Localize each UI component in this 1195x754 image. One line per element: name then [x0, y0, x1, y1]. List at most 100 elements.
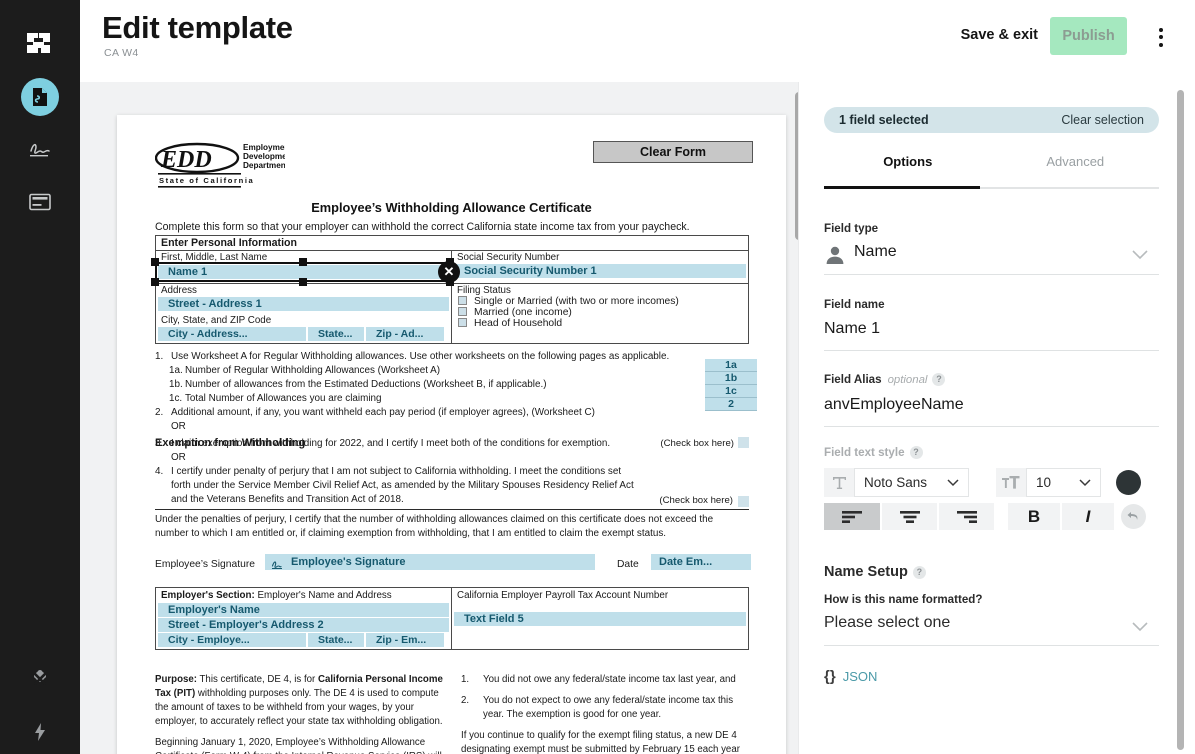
form-field-ssn-1[interactable]: Social Security Number 1 [454, 264, 746, 278]
reset-style-button[interactable] [1121, 504, 1146, 529]
document-page[interactable]: EDD Employment Development Department St… [117, 115, 786, 754]
resize-handle-top-left[interactable] [151, 258, 159, 266]
chevron-down-icon[interactable] [1132, 250, 1148, 264]
purpose-paragraph: Purpose: This certificate, DE 4, is for … [155, 673, 443, 729]
panel-scrollbar[interactable] [1177, 90, 1185, 750]
sidebar-item-workflows[interactable] [0, 710, 80, 754]
instruction-row: 1b. Number of allowances from the Estima… [155, 378, 749, 392]
sidebar-item-integrations[interactable] [0, 657, 80, 701]
close-icon[interactable]: ✕ [438, 261, 460, 283]
form-field-employer-street[interactable]: Street - Employer's Address 2 [158, 618, 449, 632]
checkbox-icon[interactable] [458, 318, 467, 327]
form-intro: Complete this form so that your employer… [155, 221, 690, 233]
checkbox-icon[interactable] [458, 307, 467, 316]
exempt-continuation-paragraph: If you continue to qualify for the exemp… [461, 730, 740, 754]
sidebar-item-card[interactable] [0, 180, 80, 224]
resize-handle-bottom-left[interactable] [151, 278, 159, 286]
form-field-box-1b[interactable]: 1b [705, 372, 757, 385]
form-field-employer-city[interactable]: City - Employe... [158, 633, 306, 647]
check-box-here-label: (Check box here) [659, 494, 733, 506]
employer-section-heading: Employer's Section: Employer's Name and … [156, 588, 451, 601]
left-nav-rail [0, 0, 80, 754]
resize-handle-bottom-center[interactable] [298, 278, 307, 286]
tab-advanced[interactable]: Advanced [992, 154, 1160, 180]
clear-form-button[interactable]: Clear Form [593, 141, 753, 163]
checkbox-icon[interactable] [458, 296, 467, 305]
panel-scrollbar-thumb[interactable] [1177, 90, 1184, 750]
svg-text:Employment: Employment [243, 143, 285, 152]
form-field-text-field-5[interactable]: Text Field 5 [454, 612, 746, 626]
font-family-value: Noto Sans [864, 475, 928, 490]
chevron-down-icon[interactable] [1132, 622, 1148, 636]
help-icon[interactable]: ? [912, 566, 926, 579]
more-options-button[interactable] [1147, 22, 1175, 52]
form-field-city-address-1[interactable]: City - Address... [158, 327, 306, 341]
font-size-select[interactable]: 10 [1026, 468, 1101, 497]
font-family-icon [824, 468, 854, 497]
purpose-text-a: This certificate, DE 4, is for [197, 674, 318, 685]
name-format-select-value[interactable]: Please select one [824, 614, 950, 632]
form-field-employee-signature[interactable]: Employee's Signature [265, 554, 595, 570]
field-text-style-label-text: Field text style [824, 446, 905, 459]
form-field-employer-name[interactable]: Employer's Name [158, 603, 449, 617]
align-center-button[interactable] [882, 503, 937, 530]
resize-handle-top-center[interactable] [298, 258, 307, 266]
instruction-number: 4. [155, 466, 164, 478]
chevron-down-icon [947, 475, 959, 490]
form-field-employer-state[interactable]: State... [308, 633, 364, 647]
selected-count-label: 1 field selected [839, 113, 929, 127]
form-field-box-1c[interactable]: 1c [705, 385, 757, 398]
form-field-box-1a[interactable]: 1a [705, 359, 757, 372]
form-field-checkbox-3[interactable] [738, 437, 749, 448]
field-type-value[interactable]: Name [854, 243, 897, 261]
form-field-checkbox-4[interactable] [738, 496, 749, 508]
field-name-input[interactable]: Name 1 [824, 320, 880, 338]
employer-section-heading-bold: Employer's Section: [161, 590, 255, 601]
clear-selection-button[interactable]: Clear selection [1061, 113, 1144, 127]
bottom-list-item: 1. You did not owe any federal/state inc… [461, 673, 749, 687]
bottom-list-item: 2. You do not expect to owe any federal/… [461, 694, 749, 722]
tab-options[interactable]: Options [824, 154, 992, 180]
form-field-name-1[interactable]: Name 1 [158, 265, 447, 279]
sidebar-item-documents[interactable] [0, 75, 80, 119]
filing-status-option-label: Head of Household [474, 318, 563, 329]
text-color-swatch[interactable] [1116, 470, 1141, 495]
instruction-text: I certify under penalty of perjury that … [171, 466, 634, 506]
form-field-employer-zip[interactable]: Zip - Em... [366, 633, 444, 647]
instruction-text: Additional amount, if any, you want with… [171, 406, 749, 420]
form-field-date[interactable]: Date Em... [651, 554, 751, 570]
person-icon [824, 244, 846, 266]
filing-status-option[interactable]: Head of Household [452, 318, 748, 329]
app-logo[interactable] [0, 22, 80, 64]
perjury-statement: Under the penalties of perjury, I certif… [155, 509, 749, 541]
align-left-button[interactable] [824, 503, 880, 530]
filing-status-label: Filing Status [457, 285, 511, 296]
selection-status-bar: 1 field selected Clear selection [824, 107, 1159, 133]
instruction-number: 1b. [169, 379, 183, 391]
publish-button[interactable]: Publish [1050, 17, 1127, 55]
filing-status-option[interactable]: Married (one income) [452, 307, 748, 318]
form-field-street-address-1[interactable]: Street - Address 1 [158, 297, 449, 311]
italic-button[interactable]: I [1062, 503, 1114, 530]
font-family-select[interactable]: Noto Sans [854, 468, 969, 497]
exemption-items: 3. I claim exemption from withholding fo… [155, 437, 749, 508]
svg-text:EDD: EDD [160, 147, 212, 173]
save-and-exit-button[interactable]: Save & exit [961, 27, 1038, 43]
bottom-right-column: 1. You did not owe any federal/state inc… [461, 673, 749, 754]
help-icon[interactable]: ? [932, 373, 946, 386]
instruction-row: 1c. Total Number of Allowances you are c… [155, 392, 749, 406]
form-field-zip-address-1[interactable]: Zip - Ad... [366, 327, 444, 341]
bold-button[interactable]: B [1008, 503, 1060, 530]
name-format-underline [824, 645, 1159, 646]
align-right-button[interactable] [939, 503, 994, 530]
form-field-box-2[interactable]: 2 [705, 398, 757, 411]
instruction-text-span: Additional amount, if any, you want with… [171, 407, 595, 419]
instruction-number: 1. [155, 351, 164, 362]
page-header: Edit template CA W4 Save & exit Publish [80, 0, 1195, 82]
help-icon[interactable]: ? [909, 446, 923, 459]
json-link[interactable]: {} JSON [824, 668, 877, 685]
sidebar-item-signature[interactable] [0, 127, 80, 171]
field-alias-input[interactable]: anvEmployeeName [824, 396, 964, 414]
filing-status-option[interactable]: Single or Married (with two or more inco… [452, 296, 748, 307]
form-field-state-address-1[interactable]: State... [308, 327, 364, 341]
